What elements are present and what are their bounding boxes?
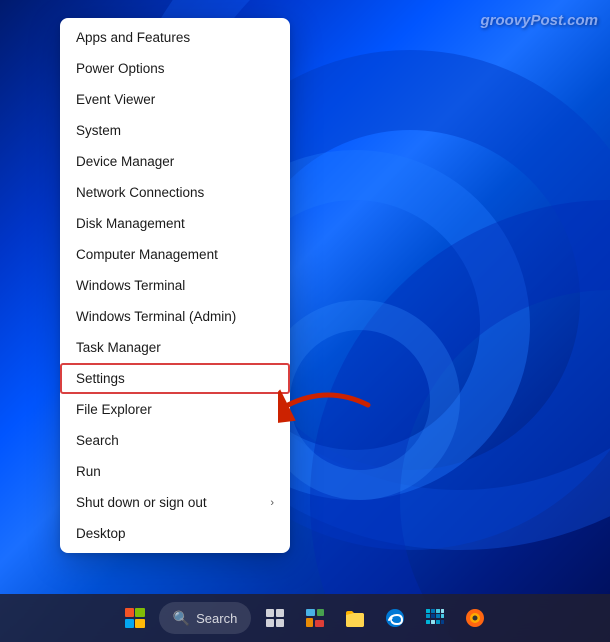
edge-icon[interactable] — [379, 602, 411, 634]
menu-item-label-windows-terminal-admin: Windows Terminal (Admin) — [76, 309, 236, 324]
file-explorer-icon[interactable] — [339, 602, 371, 634]
menu-item-search[interactable]: Search — [60, 425, 290, 456]
menu-item-label-apps-features: Apps and Features — [76, 30, 190, 45]
menu-item-label-shut-down-sign-out: Shut down or sign out — [76, 495, 207, 510]
taskbar-search-label: Search — [196, 611, 237, 626]
menu-item-shut-down-sign-out[interactable]: Shut down or sign out › — [60, 487, 290, 518]
menu-item-file-explorer[interactable]: File Explorer — [60, 394, 290, 425]
menu-item-label-computer-management: Computer Management — [76, 247, 218, 262]
context-menu: Apps and Features Power Options Event View… — [60, 18, 290, 553]
menu-item-desktop[interactable]: Desktop — [60, 518, 290, 549]
menu-item-computer-management[interactable]: Computer Management — [60, 239, 290, 270]
menu-item-label-search: Search — [76, 433, 119, 448]
menu-item-label-system: System — [76, 123, 121, 138]
menu-item-settings[interactable]: Settings — [60, 363, 290, 394]
menu-item-network-connections[interactable]: Network Connections — [60, 177, 290, 208]
menu-item-label-power-options: Power Options — [76, 61, 165, 76]
menu-item-label-disk-management: Disk Management — [76, 216, 185, 231]
menu-item-event-viewer[interactable]: Event Viewer — [60, 84, 290, 115]
menu-item-label-run: Run — [76, 464, 101, 479]
menu-item-device-manager[interactable]: Device Manager — [60, 146, 290, 177]
search-icon: 🔍 — [173, 610, 190, 627]
menu-item-label-task-manager: Task Manager — [76, 340, 161, 355]
menu-item-system[interactable]: System — [60, 115, 290, 146]
submenu-chevron-icon: › — [270, 497, 274, 509]
menu-item-label-desktop: Desktop — [76, 526, 126, 541]
menu-item-windows-terminal-admin[interactable]: Windows Terminal (Admin) — [60, 301, 290, 332]
menu-item-windows-terminal[interactable]: Windows Terminal — [60, 270, 290, 301]
menu-item-power-options[interactable]: Power Options — [60, 53, 290, 84]
menu-item-apps-features[interactable]: Apps and Features — [60, 22, 290, 53]
menu-item-run[interactable]: Run — [60, 456, 290, 487]
watermark: groovyPost.com — [480, 12, 598, 29]
taskbar: 🔍 Search — [0, 594, 610, 642]
menu-item-label-device-manager: Device Manager — [76, 154, 174, 169]
taskbar-search[interactable]: 🔍 Search — [159, 602, 252, 634]
menu-item-label-windows-terminal: Windows Terminal — [76, 278, 185, 293]
menu-item-task-manager[interactable]: Task Manager — [60, 332, 290, 363]
menu-item-label-network-connections: Network Connections — [76, 185, 204, 200]
apps-icon[interactable] — [419, 602, 451, 634]
start-button[interactable] — [119, 602, 151, 634]
menu-item-label-event-viewer: Event Viewer — [76, 92, 155, 107]
zoom-icon[interactable] — [299, 602, 331, 634]
firefox-icon[interactable] — [459, 602, 491, 634]
task-view-button[interactable] — [259, 602, 291, 634]
menu-item-label-settings: Settings — [76, 371, 125, 386]
menu-item-label-file-explorer: File Explorer — [76, 402, 152, 417]
menu-item-disk-management[interactable]: Disk Management — [60, 208, 290, 239]
